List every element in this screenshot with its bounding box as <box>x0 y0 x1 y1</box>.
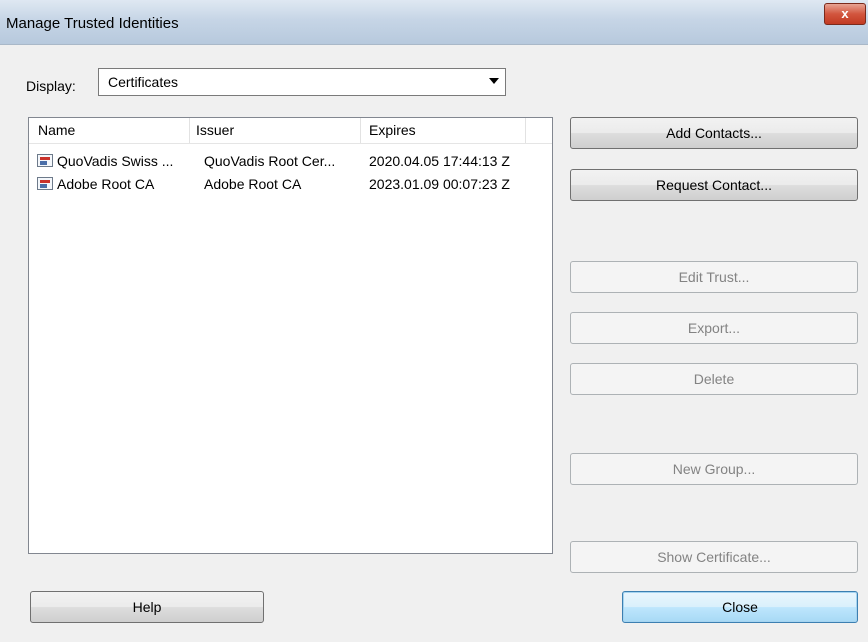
list-row[interactable]: QuoVadis Swiss ... QuoVadis Root Cer... … <box>29 150 552 172</box>
row-issuer: QuoVadis Root Cer... <box>204 153 336 169</box>
show-certificate-button[interactable]: Show Certificate... <box>570 541 858 573</box>
column-header-issuer[interactable]: Issuer <box>196 122 234 138</box>
close-button[interactable]: Close <box>622 591 858 623</box>
edit-trust-button[interactable]: Edit Trust... <box>570 261 858 293</box>
chevron-down-icon <box>489 78 499 84</box>
display-label: Display: <box>26 78 76 94</box>
request-contact-button[interactable]: Request Contact... <box>570 169 858 201</box>
column-divider[interactable] <box>525 118 526 143</box>
delete-button[interactable]: Delete <box>570 363 858 395</box>
column-divider[interactable] <box>360 118 361 143</box>
row-issuer: Adobe Root CA <box>204 176 302 192</box>
help-button[interactable]: Help <box>30 591 264 623</box>
column-header-expires[interactable]: Expires <box>369 122 416 138</box>
list-header: Name Issuer Expires <box>29 118 552 144</box>
certificate-icon <box>37 154 53 167</box>
display-dropdown[interactable]: Certificates <box>98 68 506 96</box>
window-close-button[interactable]: x <box>824 3 866 25</box>
row-expires: 2020.04.05 17:44:13 Z <box>369 153 510 169</box>
certificate-icon <box>37 177 53 190</box>
column-divider[interactable] <box>189 118 190 143</box>
add-contacts-button[interactable]: Add Contacts... <box>570 117 858 149</box>
list-row[interactable]: Adobe Root CA Adobe Root CA 2023.01.09 0… <box>29 173 552 195</box>
export-button[interactable]: Export... <box>570 312 858 344</box>
column-header-name[interactable]: Name <box>38 122 75 138</box>
title-bar: Manage Trusted Identities x <box>0 0 868 45</box>
display-selected-value: Certificates <box>108 74 179 90</box>
row-expires: 2023.01.09 00:07:23 Z <box>369 176 510 192</box>
window-title: Manage Trusted Identities <box>6 15 179 32</box>
new-group-button[interactable]: New Group... <box>570 453 858 485</box>
identities-list[interactable]: Name Issuer Expires QuoVadis Swiss ... Q… <box>28 117 553 554</box>
row-name: Adobe Root CA <box>57 176 155 192</box>
row-name: QuoVadis Swiss ... <box>57 153 174 169</box>
